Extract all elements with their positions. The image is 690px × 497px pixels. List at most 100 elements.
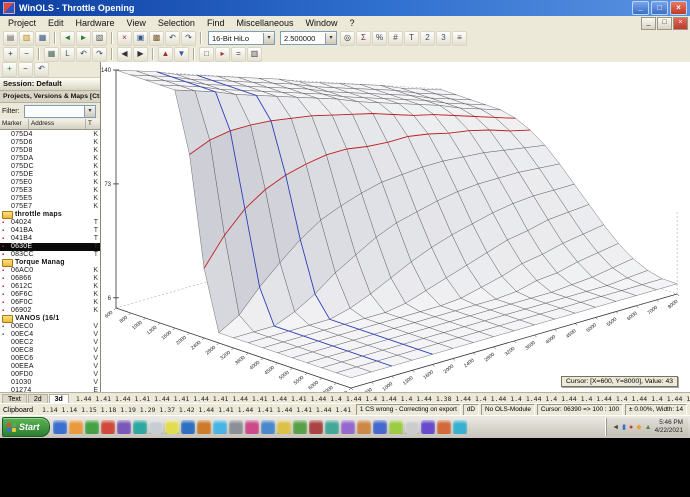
add-folder-icon[interactable]: + (2, 62, 17, 77)
start-button[interactable]: Start (2, 417, 50, 437)
taskbar-app-icon[interactable] (244, 420, 259, 434)
map-row[interactable]: ▪ 041BA T (0, 227, 100, 235)
display-mode-combo[interactable]: 16-Bit HiLo ▾ (208, 31, 275, 45)
cut-icon[interactable]: × (117, 30, 132, 46)
map-row[interactable]: 075E5 K (0, 195, 100, 203)
zoom-in-icon[interactable]: + (3, 46, 18, 62)
taskbar-app-icon[interactable] (84, 420, 99, 434)
taskbar-app-icon[interactable] (388, 420, 403, 434)
map-row[interactable]: ▪ 0612C K (0, 283, 100, 291)
search-icon[interactable]: ◎ (340, 30, 355, 46)
map-row[interactable]: 075D8 K (0, 147, 100, 155)
bookmark-icon[interactable]: ▸ (215, 46, 230, 62)
rotate-right-icon[interactable]: ↷ (92, 46, 107, 62)
map-row[interactable]: 00EC8 V (0, 347, 100, 355)
save-icon[interactable]: ▦ (35, 30, 50, 46)
taskbar-app-icon[interactable] (276, 420, 291, 434)
map-row[interactable]: ▪ 0630E T (0, 243, 100, 251)
surface-plot[interactable]: 6731406008001000 1300 1600 2000 2400 2800 3200… (101, 62, 690, 392)
compare-icon[interactable]: = (231, 46, 246, 62)
antivirus-icon[interactable]: ● (629, 424, 633, 431)
map-row[interactable]: ▪ 041B4 T (0, 235, 100, 243)
paste-icon[interactable]: ▩ (149, 30, 164, 46)
undo-icon[interactable]: ↶ (165, 30, 180, 46)
taskbar-app-icon[interactable] (356, 420, 371, 434)
taskbar-app-icon[interactable] (324, 420, 339, 434)
minimize-button[interactable]: _ (632, 1, 649, 15)
map-row[interactable]: 075DC K (0, 163, 100, 171)
volume-icon[interactable]: ◄ (612, 424, 619, 431)
map-row[interactable]: 00EC6 V (0, 355, 100, 363)
map-prev-icon[interactable]: ◀ (117, 46, 132, 62)
taskbar-app-icon[interactable] (148, 420, 163, 434)
map-row[interactable]: 075D4 K (0, 131, 100, 139)
grid-icon[interactable]: ▦ (44, 46, 59, 62)
axes-icon[interactable]: L (60, 46, 75, 62)
menu-item-window[interactable]: Window (299, 18, 343, 28)
folder-row[interactable]: VANOS (16/1 (0, 315, 100, 323)
taskbar-app-icon[interactable] (420, 420, 435, 434)
maximize-button[interactable]: □ (651, 1, 668, 15)
map-row[interactable]: ▪ 06AC0 K (0, 267, 100, 275)
taskbar-app-icon[interactable] (340, 420, 355, 434)
title-bar[interactable]: WinOLS - Throttle Opening _ □ × (0, 0, 690, 16)
child-minimize-button[interactable]: _ (641, 16, 656, 30)
rotate-left-icon[interactable]: ↶ (76, 46, 91, 62)
child-restore-button[interactable]: □ (657, 16, 672, 30)
taskbar-app-icon[interactable] (132, 420, 147, 434)
map-row[interactable]: 075E0 K (0, 179, 100, 187)
text-view-icon[interactable]: T (404, 30, 419, 46)
hex-view-icon[interactable]: # (388, 30, 403, 46)
column-header-marker[interactable]: Marker (0, 119, 29, 129)
taskbar-app-icon[interactable] (180, 420, 195, 434)
map-row[interactable]: ▪ 00EC4 V (0, 331, 100, 339)
taskbar-app-icon[interactable] (100, 420, 115, 434)
view-2d-icon[interactable]: 2 (420, 30, 435, 46)
session-bar[interactable]: Session: Default (0, 78, 100, 91)
map-next-icon[interactable]: ▶ (133, 46, 148, 62)
copy-icon[interactable]: ▣ (133, 30, 148, 46)
menu-item-miscellaneous[interactable]: Miscellaneous (230, 18, 299, 28)
taskbar-app-icon[interactable] (52, 420, 67, 434)
select-mode-icon[interactable]: □ (199, 46, 214, 62)
map-row[interactable]: ▪ 083CC T (0, 251, 100, 259)
menu-item-edit[interactable]: Edit (42, 18, 70, 28)
map-row[interactable]: 075D6 K (0, 139, 100, 147)
taskbar-clock[interactable]: 5:46 PM 4/22/2021 (655, 419, 685, 434)
map-row[interactable]: ▪ 06902 K (0, 307, 100, 315)
menu-item-[interactable]: ? (344, 18, 361, 28)
map-row[interactable]: ▪ 06F6C K (0, 291, 100, 299)
taskbar-app-icon[interactable] (452, 420, 467, 434)
taskbar-app-icon[interactable] (116, 420, 131, 434)
menu-item-view[interactable]: View (121, 18, 152, 28)
map-row[interactable]: ▪ 04024 T (0, 219, 100, 227)
properties-icon[interactable]: ≡ (452, 30, 467, 46)
percent-icon[interactable]: % (372, 30, 387, 46)
taskbar-app-icon[interactable] (260, 420, 275, 434)
export-icon[interactable]: ► (76, 30, 91, 46)
taskbar-app-icon[interactable] (372, 420, 387, 434)
decrease-value-icon[interactable]: ▼ (174, 46, 189, 62)
print-icon[interactable]: ▧ (92, 30, 107, 46)
taskbar-app-icon[interactable] (292, 420, 307, 434)
import-icon[interactable]: ◄ (60, 30, 75, 46)
taskbar-app-icon[interactable] (228, 420, 243, 434)
menu-item-project[interactable]: Project (2, 18, 42, 28)
split-window-icon[interactable]: ▥ (247, 46, 262, 62)
taskbar-app-icon[interactable] (164, 420, 179, 434)
factor-combo[interactable]: 2.500000 ▾ (280, 31, 337, 45)
new-project-icon[interactable]: ▤ (3, 30, 18, 46)
taskbar-app-icon[interactable] (436, 420, 451, 434)
open-project-icon[interactable]: ▥ (19, 30, 34, 46)
taskbar-app-icon[interactable] (404, 420, 419, 434)
column-header-address[interactable]: Address (29, 119, 86, 129)
map-row[interactable]: ▪ 00EC0 V (0, 323, 100, 331)
redo-icon[interactable]: ↷ (181, 30, 196, 46)
menu-item-selection[interactable]: Selection (152, 18, 201, 28)
view-3d-icon[interactable]: 3 (436, 30, 451, 46)
map-row[interactable]: 01030 V (0, 379, 100, 387)
menu-item-find[interactable]: Find (201, 18, 231, 28)
child-close-button[interactable]: × (673, 16, 688, 30)
taskbar-app-icon[interactable] (212, 420, 227, 434)
folder-row[interactable]: throttle maps (0, 211, 100, 219)
